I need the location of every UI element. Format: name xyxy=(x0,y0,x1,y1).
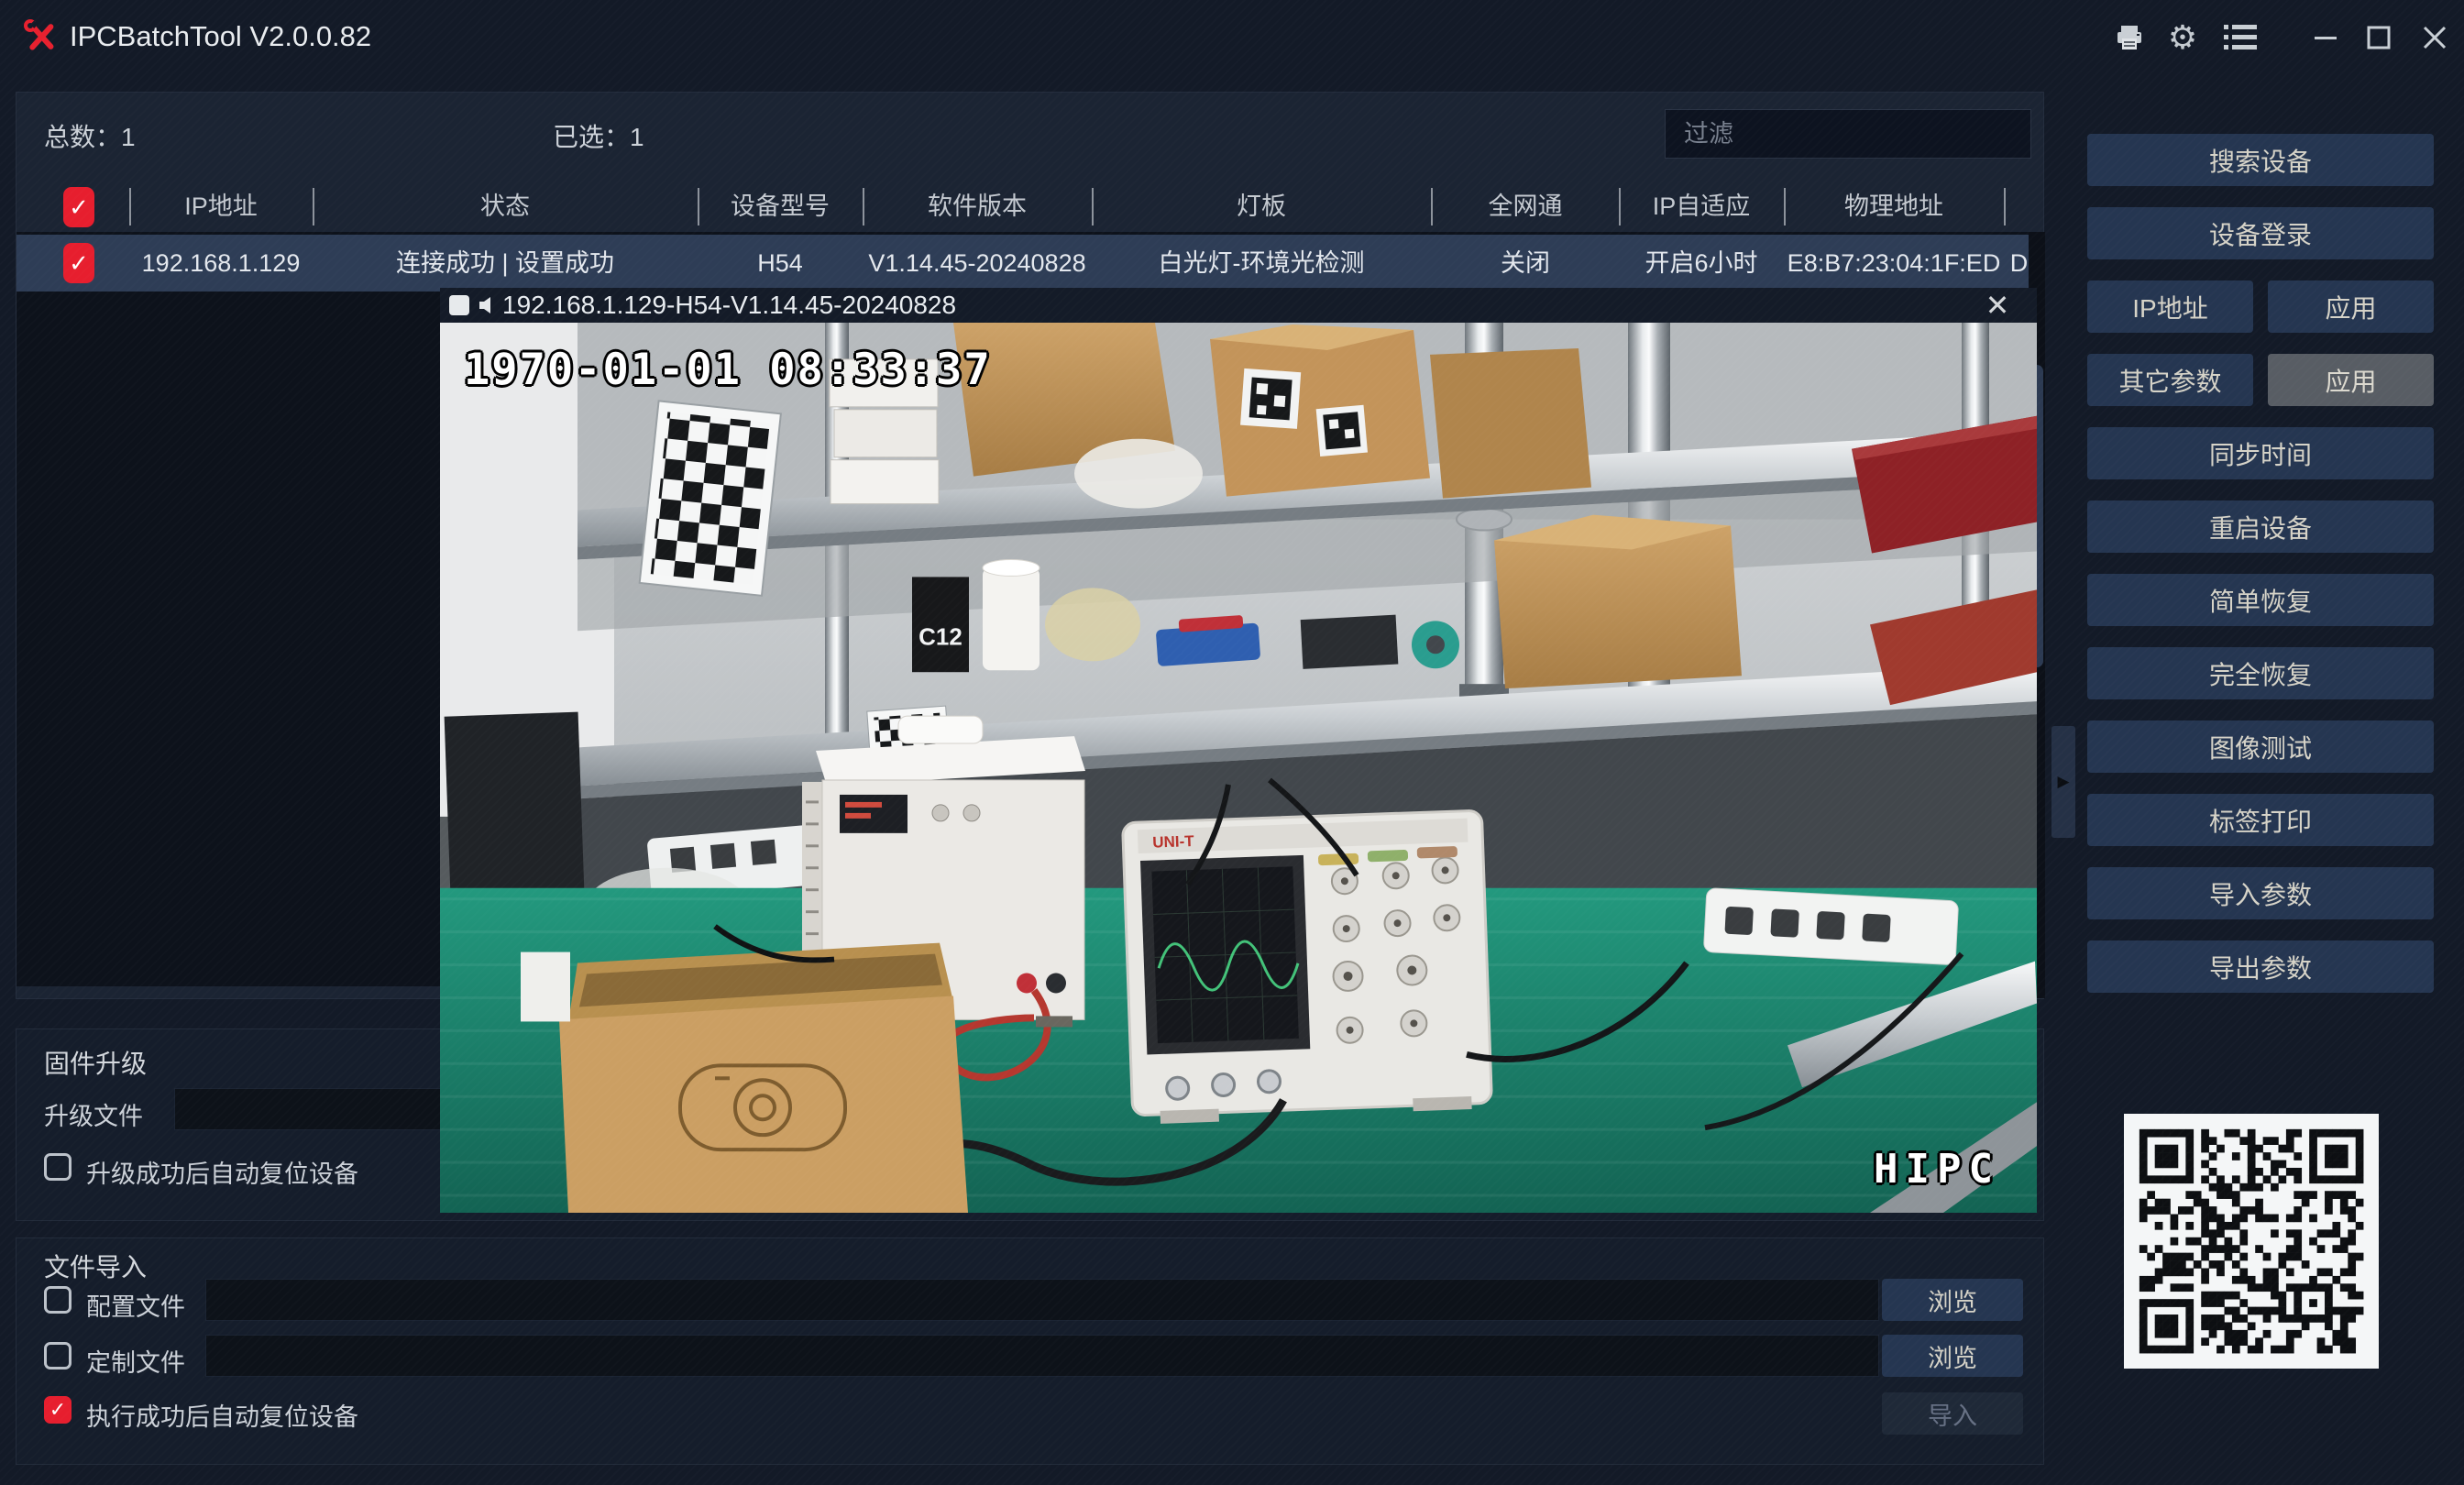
cell-lightboard: 白光灯-环境光检测 xyxy=(1159,235,1365,292)
col-header-status[interactable]: 状态 xyxy=(480,182,530,232)
camera-scene: C12 xyxy=(440,323,2037,1213)
expand-arrow-icon: ▶ xyxy=(2057,773,2069,791)
import-auto-reset-checkbox[interactable]: ✓ xyxy=(44,1396,72,1424)
cell-ip: 192.168.1.129 xyxy=(142,235,301,292)
column-separator xyxy=(698,188,699,226)
config-file-checkbox[interactable] xyxy=(44,1286,72,1314)
row-checkbox[interactable]: ✓ xyxy=(63,243,94,283)
custom-file-checkbox[interactable] xyxy=(44,1342,72,1370)
simple-restore-button[interactable]: 简单恢复 xyxy=(2087,574,2434,626)
reboot-device-button[interactable]: 重启设备 xyxy=(2087,500,2434,553)
device-row[interactable]: ✓ 192.168.1.129 连接成功 | 设置成功 H54 V1.14.45… xyxy=(16,235,2029,292)
table-header: ✓ IP地址 状态 设备型号 软件版本 灯板 全网通 IP自适应 物理地址 xyxy=(16,182,2043,232)
settings-gear-icon[interactable]: ⚙ xyxy=(2162,16,2204,59)
firmware-auto-reset-label: 升级成功后自动复位设备 xyxy=(86,1154,358,1190)
import-params-button[interactable]: 导入参数 xyxy=(2087,867,2434,919)
import-button[interactable]: 导入 xyxy=(1882,1392,2023,1435)
custom-browse-button[interactable]: 浏览 xyxy=(1882,1335,2023,1377)
cell-mac: E8:B7:23:04:1F:ED xyxy=(1788,235,2001,292)
label-print-button[interactable]: 标签打印 xyxy=(2087,794,2434,846)
other-apply-button[interactable]: 应用 xyxy=(2268,354,2434,406)
custom-file-label: 定制文件 xyxy=(86,1343,185,1379)
firmware-section-title: 固件升级 xyxy=(44,1044,147,1081)
col-header-lightboard[interactable]: 灯板 xyxy=(1237,182,1286,232)
selected-count: 1 xyxy=(630,123,644,151)
panel-expand-handle[interactable]: ▶ xyxy=(2052,726,2075,838)
file-import-section-title: 文件导入 xyxy=(44,1248,147,1284)
firmware-auto-reset-checkbox[interactable] xyxy=(44,1153,72,1181)
video-watermark: HIPC xyxy=(1874,1146,2000,1193)
cell-status: 连接成功 | 设置成功 xyxy=(396,235,614,292)
speaker-icon xyxy=(477,295,497,315)
selected-label: 已选：1 xyxy=(553,93,644,182)
preview-title-bar[interactable]: 192.168.1.129-H54-V1.14.45-20240828 ✕ xyxy=(440,288,2037,323)
svg-text:C12: C12 xyxy=(918,622,962,650)
col-header-ip[interactable]: IP地址 xyxy=(184,182,258,232)
full-restore-button[interactable]: 完全恢复 xyxy=(2087,647,2434,699)
maximize-button[interactable] xyxy=(2358,16,2400,59)
video-timestamp: 1970-01-01 08:33:37 xyxy=(464,345,992,395)
ip-apply-button[interactable]: 应用 xyxy=(2268,280,2434,333)
other-params-button[interactable]: 其它参数 xyxy=(2087,354,2253,406)
column-separator xyxy=(1619,188,1621,226)
col-header-allnetcom[interactable]: 全网通 xyxy=(1489,182,1563,232)
app-window: IPCBatchTool V2.0.0.82 ⚙ xyxy=(0,0,2464,1485)
image-test-button[interactable]: 图像测试 xyxy=(2087,720,2434,773)
config-file-label: 配置文件 xyxy=(86,1287,185,1323)
custom-file-input[interactable] xyxy=(205,1335,1879,1377)
column-separator xyxy=(129,188,131,226)
column-separator xyxy=(1092,188,1094,226)
col-header-version[interactable]: 软件版本 xyxy=(928,182,1027,232)
close-button[interactable] xyxy=(2414,16,2456,59)
col-header-ipadaptive[interactable]: IP自适应 xyxy=(1653,182,1751,232)
config-browse-button[interactable]: 浏览 xyxy=(1882,1279,2023,1321)
qr-code xyxy=(2124,1114,2379,1369)
column-separator xyxy=(1431,188,1433,226)
col-header-mac[interactable]: 物理地址 xyxy=(1844,182,1943,232)
config-file-input[interactable] xyxy=(205,1279,1879,1321)
export-params-button[interactable]: 导出参数 xyxy=(2087,940,2434,993)
column-separator xyxy=(863,188,864,226)
stats-row: 总数：1 已选：1 xyxy=(16,93,2043,182)
app-logo-icon xyxy=(22,17,60,56)
video-window-icon xyxy=(449,295,469,315)
cell-allnetcom: 关闭 xyxy=(1501,235,1550,292)
cell-version: V1.14.45-20240828 xyxy=(868,235,1085,292)
column-separator xyxy=(313,188,314,226)
search-devices-button[interactable]: 搜索设备 xyxy=(2087,134,2434,186)
video-preview-overlay: 192.168.1.129-H54-V1.14.45-20240828 ✕ xyxy=(440,288,2037,1213)
app-title: IPCBatchTool V2.0.0.82 xyxy=(70,0,371,73)
ip-address-button[interactable]: IP地址 xyxy=(2087,280,2253,333)
camera-frame: C12 xyxy=(440,323,2037,1213)
select-all-checkbox[interactable]: ✓ xyxy=(63,187,94,227)
upgrade-file-label: 升级文件 xyxy=(44,1096,143,1132)
file-import-section: 文件导入 配置文件 浏览 定制文件 浏览 ✓ 执行成功后自动复位设备 导入 xyxy=(16,1238,2044,1465)
printer-icon[interactable] xyxy=(2108,16,2150,59)
cell-model: H54 xyxy=(757,235,803,292)
menu-list-icon[interactable] xyxy=(2219,16,2261,59)
filter-input[interactable] xyxy=(1665,109,2031,159)
import-auto-reset-label: 执行成功后自动复位设备 xyxy=(86,1397,358,1433)
device-login-button[interactable]: 设备登录 xyxy=(2087,207,2434,259)
title-bar: IPCBatchTool V2.0.0.82 ⚙ xyxy=(0,0,2464,73)
svg-text:UNI-T: UNI-T xyxy=(1152,832,1195,852)
total-label: 总数：1 xyxy=(44,93,136,182)
sync-time-button[interactable]: 同步时间 xyxy=(2087,427,2434,479)
col-header-model[interactable]: 设备型号 xyxy=(731,182,830,232)
preview-close-button[interactable]: ✕ xyxy=(1976,288,2018,323)
preview-title: 192.168.1.129-H54-V1.14.45-20240828 xyxy=(502,288,956,323)
column-separator xyxy=(2004,188,2006,226)
column-separator xyxy=(1784,188,1786,226)
cell-extra-truncated: D6 xyxy=(2010,235,2029,292)
cell-ipadaptive: 开启6小时 xyxy=(1644,235,1757,292)
total-count: 1 xyxy=(121,123,136,151)
minimize-button[interactable] xyxy=(2304,16,2347,59)
